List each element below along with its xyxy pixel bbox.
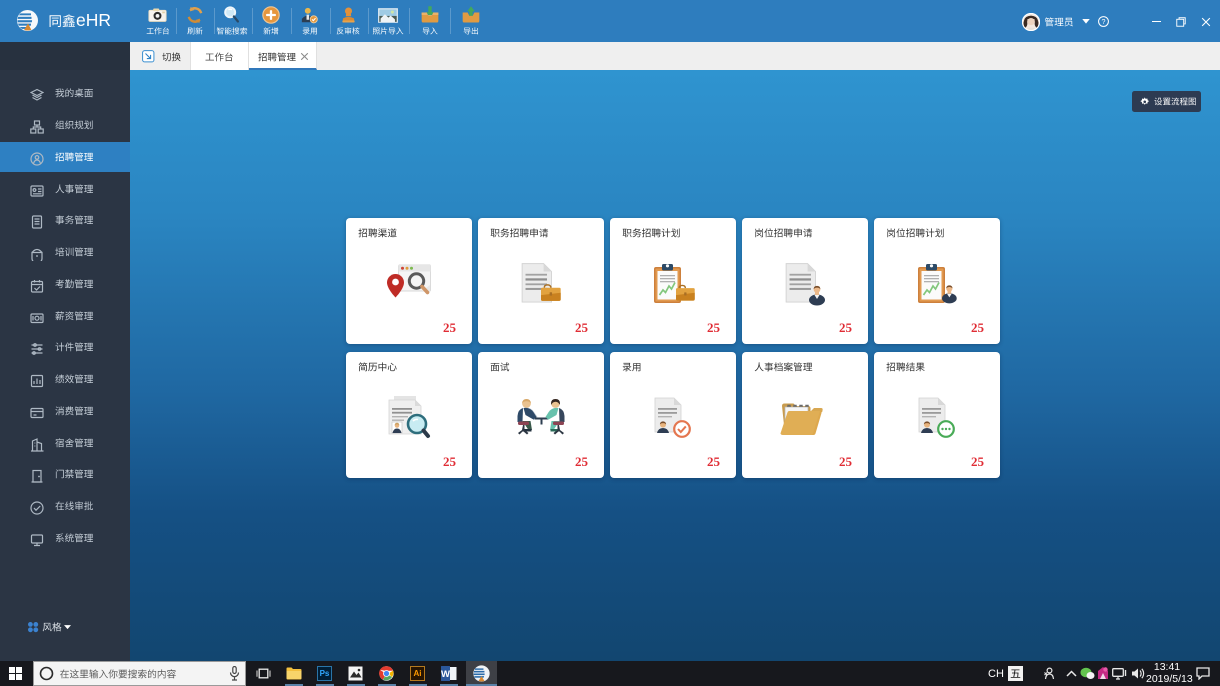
svg-text:W: W bbox=[441, 669, 450, 680]
svg-text:?: ? bbox=[1102, 18, 1106, 26]
